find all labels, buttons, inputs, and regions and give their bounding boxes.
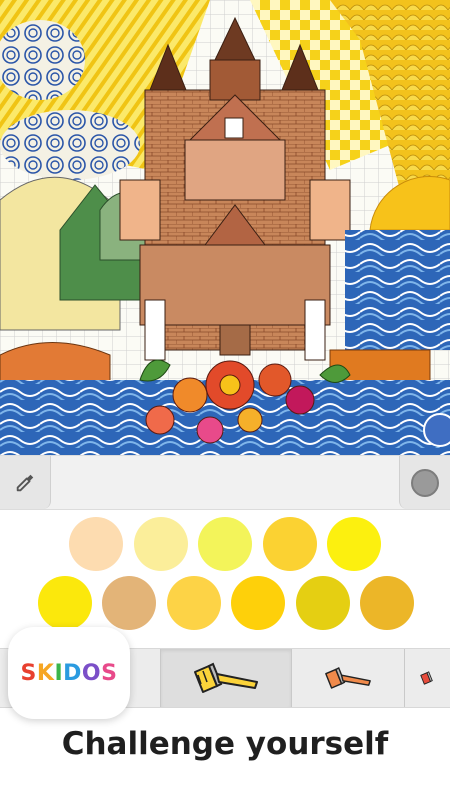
- tagline: Challenge yourself: [61, 726, 389, 762]
- eyedropper-icon: [16, 474, 34, 491]
- brush-slot-1[interactable]: [160, 649, 292, 707]
- paint-brush-icon: [194, 662, 258, 693]
- color-swatch[interactable]: [69, 517, 123, 571]
- color-swatch[interactable]: [134, 517, 188, 571]
- color-swatch[interactable]: [327, 517, 381, 571]
- skidos-logo: SKIDOS: [20, 660, 118, 686]
- current-color-button[interactable]: [399, 456, 450, 509]
- color-swatch[interactable]: [167, 576, 221, 630]
- color-swatch[interactable]: [231, 576, 285, 630]
- color-swatch[interactable]: [263, 517, 317, 571]
- color-swatch[interactable]: [38, 576, 92, 630]
- tool-bar: [0, 455, 450, 510]
- color-swatch[interactable]: [360, 576, 414, 630]
- brush-slot-3[interactable]: [404, 649, 450, 707]
- skidos-logo-card[interactable]: SKIDOS: [8, 627, 130, 719]
- color-preview-icon: [411, 468, 439, 497]
- color-swatch[interactable]: [102, 576, 156, 630]
- color-swatch[interactable]: [296, 576, 350, 630]
- color-swatch[interactable]: [198, 517, 252, 571]
- eyedropper-button[interactable]: [0, 456, 51, 509]
- paint-brush-icon: [420, 671, 433, 685]
- coloring-artwork[interactable]: [0, 0, 450, 455]
- paint-brush-icon: [325, 667, 371, 689]
- brush-slot-2[interactable]: [293, 649, 403, 707]
